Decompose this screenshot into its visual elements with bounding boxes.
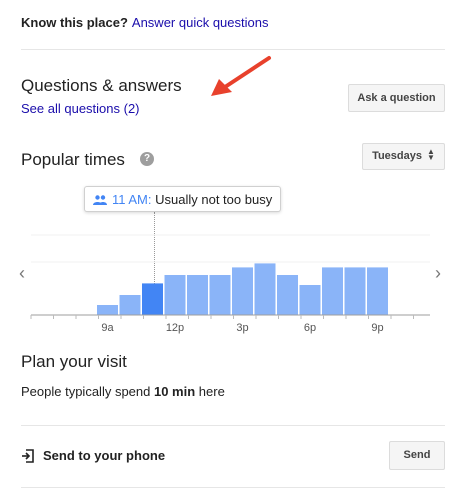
send-to-phone-icon bbox=[22, 449, 34, 463]
send-button[interactable]: Send bbox=[389, 441, 445, 470]
bar-6p bbox=[299, 285, 321, 315]
visit-duration-prefix: People typically spend bbox=[21, 384, 151, 399]
send-to-phone-label[interactable]: Send to your phone bbox=[43, 448, 165, 463]
ask-question-button[interactable]: Ask a question bbox=[348, 84, 445, 112]
plan-visit-title: Plan your visit bbox=[21, 352, 127, 371]
popular-times-title: Popular times bbox=[21, 150, 125, 169]
bar-3p bbox=[232, 267, 253, 315]
bar-2p bbox=[209, 275, 231, 315]
busy-tooltip: 11 AM: Usually not too busy bbox=[84, 186, 282, 212]
x-tick-label: 3p bbox=[236, 322, 248, 334]
people-icon bbox=[93, 194, 107, 205]
visit-duration-text: People typically spend 10 min here bbox=[21, 384, 225, 399]
x-tick-label: 6p bbox=[304, 322, 316, 334]
tooltip-status: Usually not too busy bbox=[155, 192, 273, 207]
day-selector[interactable]: Tuesdays ▲ ▼ bbox=[362, 143, 445, 170]
bar-11a bbox=[142, 283, 163, 315]
bar-7p bbox=[322, 267, 343, 315]
bar-9p bbox=[367, 267, 388, 315]
answer-quick-questions-link[interactable]: Answer quick questions bbox=[132, 15, 269, 30]
divider bbox=[21, 487, 445, 488]
popular-times-chart: 9a 12p 3p 6p 9p bbox=[30, 234, 430, 334]
tooltip-time: 11 AM: bbox=[112, 192, 152, 207]
day-selector-label: Tuesdays bbox=[372, 150, 422, 162]
bar-8p bbox=[344, 267, 366, 315]
divider bbox=[21, 425, 445, 426]
questions-answers-title: Questions & answers bbox=[21, 76, 182, 95]
visit-duration-suffix: here bbox=[198, 384, 225, 399]
know-this-place: Know this place? Answer quick questions bbox=[21, 15, 268, 30]
see-all-questions-link[interactable]: See all questions (2) bbox=[21, 101, 140, 116]
x-tick-label: 9p bbox=[371, 322, 383, 334]
bar-12p bbox=[164, 275, 186, 315]
bar-1p bbox=[187, 275, 208, 315]
annotation-arrow-icon bbox=[211, 56, 271, 96]
visit-duration-value: 10 min bbox=[153, 384, 196, 399]
sort-arrows-icon: ▲ ▼ bbox=[427, 147, 435, 163]
bar-4p bbox=[254, 263, 276, 315]
know-this-place-label: Know this place? bbox=[21, 15, 128, 30]
divider bbox=[21, 49, 445, 50]
x-tick-label: 12p bbox=[166, 322, 184, 334]
bar-10a bbox=[119, 295, 141, 315]
help-icon[interactable]: ? bbox=[140, 152, 154, 166]
x-tick-label: 9a bbox=[101, 322, 114, 334]
bar-9a bbox=[97, 305, 118, 315]
bar-5p bbox=[277, 275, 298, 315]
